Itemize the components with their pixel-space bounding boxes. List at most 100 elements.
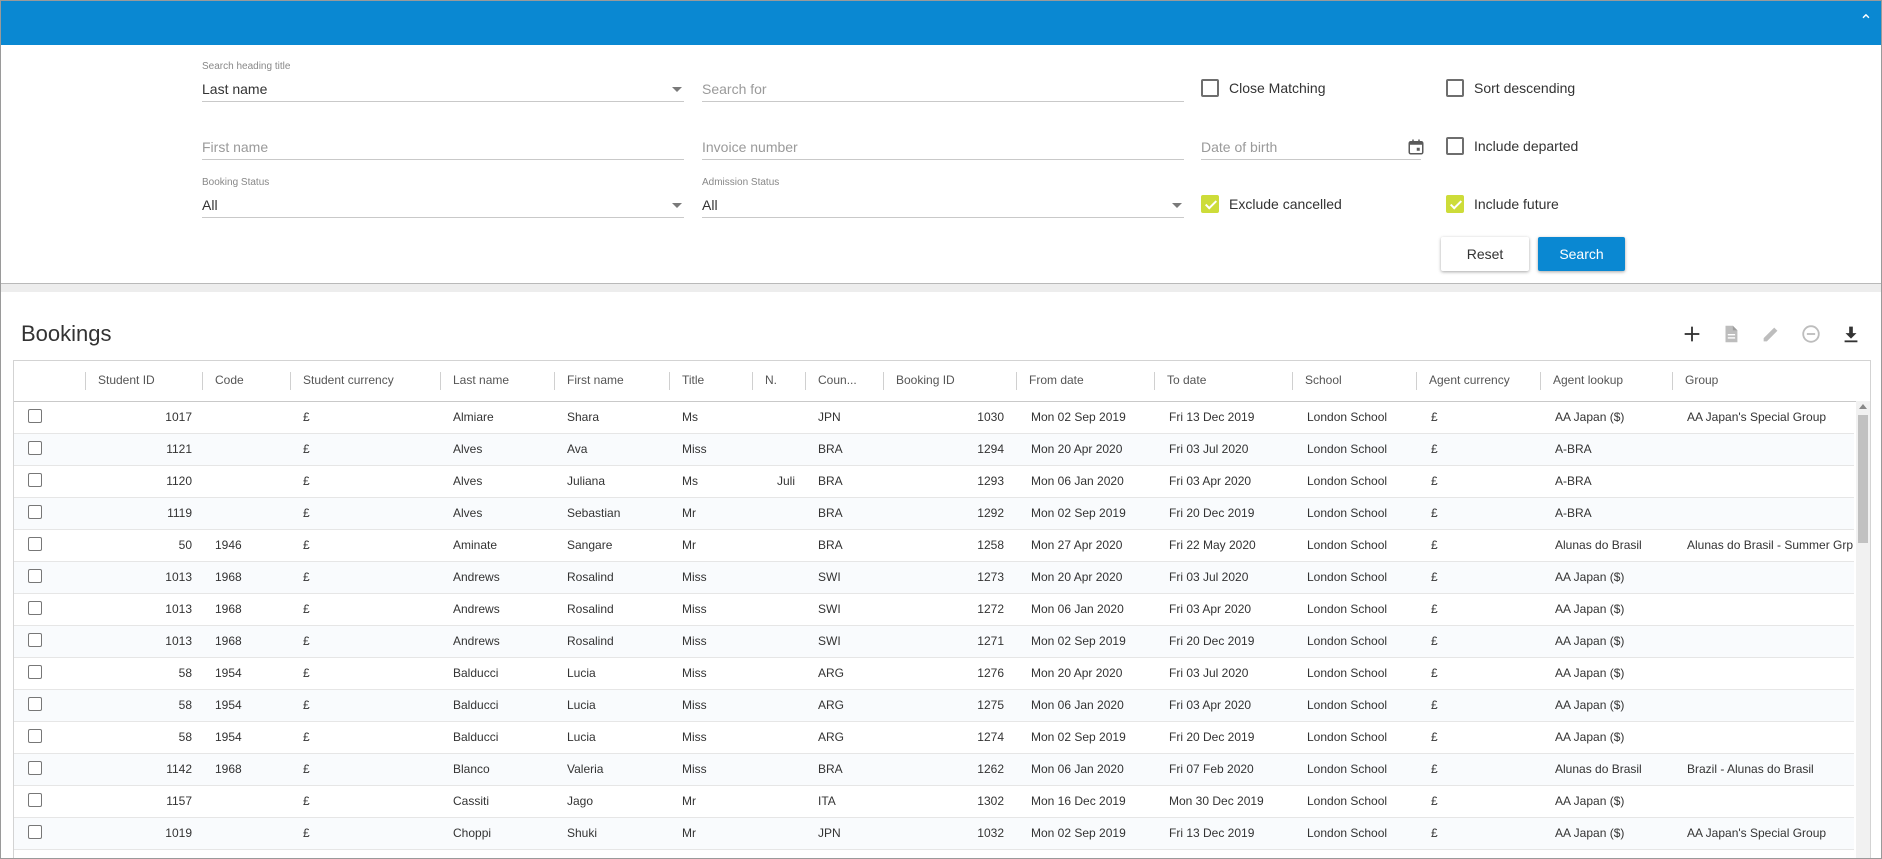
column-header-last-name[interactable]: Last name	[443, 361, 553, 401]
row-checkbox[interactable]	[28, 729, 42, 743]
date-of-birth-input[interactable]: Date of birth	[1201, 119, 1424, 160]
column-separator[interactable]	[883, 372, 884, 390]
column-separator[interactable]	[202, 372, 203, 390]
cell-booking-id: 1292	[977, 506, 1004, 520]
table-row[interactable]: 1142 1968 £ Blanco Valeria Miss BRA 1262…	[14, 754, 1854, 786]
table-row[interactable]: 58 1954 £ Balducci Lucia Miss ARG 1276 M…	[14, 658, 1854, 690]
sort-descending-box[interactable]	[1446, 79, 1464, 97]
cell-to-date: Fri 03 Jul 2020	[1169, 666, 1249, 680]
include-departed-checkbox[interactable]: Include departed	[1446, 137, 1578, 155]
document-icon[interactable]	[1720, 323, 1742, 345]
table-row[interactable]: 1019 £ Choppi Shuki Mr JPN 1032 Mon 02 S…	[14, 818, 1854, 850]
table-row[interactable]: 1119 £ Alves Sebastian Mr BRA 1292 Mon 0…	[14, 498, 1854, 530]
table-row[interactable]: 58 1954 £ Balducci Lucia Miss ARG 1274 M…	[14, 722, 1854, 754]
column-header-student-currency[interactable]: Student currency	[293, 361, 443, 401]
exclude-cancelled-box[interactable]	[1201, 195, 1219, 213]
column-header-group[interactable]: Group	[1675, 361, 1855, 401]
column-header-student-id[interactable]: Student ID	[88, 361, 178, 401]
cell-agent-lookup: AA Japan ($)	[1555, 634, 1625, 648]
reset-button[interactable]: Reset	[1441, 237, 1529, 271]
table-row[interactable]: 1121 £ Alves Ava Miss BRA 1294 Mon 20 Ap…	[14, 434, 1854, 466]
column-separator[interactable]	[752, 372, 753, 390]
chevron-down-icon[interactable]	[672, 87, 682, 92]
column-header-agent-lookup[interactable]: Agent lookup	[1543, 361, 1673, 401]
row-checkbox[interactable]	[28, 409, 42, 423]
column-header-title[interactable]: Title	[672, 361, 752, 401]
close-matching-checkbox[interactable]: Close Matching	[1201, 79, 1326, 97]
table-row[interactable]: 1120 £ Alves Juliana Ms Juli BRA 1293 Mo…	[14, 466, 1854, 498]
column-separator[interactable]	[1292, 372, 1293, 390]
row-checkbox[interactable]	[28, 793, 42, 807]
column-header-to-date[interactable]: To date	[1157, 361, 1297, 401]
column-header-from-date[interactable]: From date	[1019, 361, 1159, 401]
column-header-first-name[interactable]: First name	[557, 361, 667, 401]
date-of-birth-placeholder: Date of birth	[1201, 139, 1278, 155]
table-row[interactable]: 1013 1968 £ Andrews Rosalind Miss SWI 12…	[14, 562, 1854, 594]
include-future-box[interactable]	[1446, 195, 1464, 213]
scrollbar-thumb[interactable]	[1858, 415, 1868, 543]
admission-status-select[interactable]: Admission Status All	[702, 177, 1184, 218]
column-header-school[interactable]: School	[1295, 361, 1415, 401]
row-checkbox[interactable]	[28, 601, 42, 615]
row-checkbox[interactable]	[28, 697, 42, 711]
download-icon[interactable]	[1840, 323, 1862, 345]
row-checkbox[interactable]	[28, 441, 42, 455]
remove-icon[interactable]	[1800, 323, 1822, 345]
invoice-number-placeholder: Invoice number	[702, 139, 798, 155]
column-separator[interactable]	[1416, 372, 1417, 390]
column-header-booking-id[interactable]: Booking ID	[886, 361, 1014, 401]
table-row[interactable]: 1013 1968 £ Andrews Rosalind Miss SWI 12…	[14, 594, 1854, 626]
invoice-number-input[interactable]: Invoice number	[702, 119, 1184, 160]
table-row[interactable]: 50 1946 £ Aminate Sangare Mr BRA 1258 Mo…	[14, 530, 1854, 562]
row-checkbox[interactable]	[28, 569, 42, 583]
cell-agent-lookup: AA Japan ($)	[1555, 730, 1625, 744]
chevron-down-icon[interactable]	[672, 203, 682, 208]
column-separator[interactable]	[1016, 372, 1017, 390]
include-future-checkbox[interactable]: Include future	[1446, 195, 1559, 213]
cell-agent-currency: £	[1431, 442, 1438, 456]
table-row[interactable]: 1017 £ Almiare Shara Ms JPN 1030 Mon 02 …	[14, 402, 1854, 434]
scroll-up-arrow-icon[interactable]	[1859, 404, 1867, 409]
cell-code	[215, 434, 285, 465]
table-row[interactable]: 58 1954 £ Balducci Lucia Miss ARG 1275 M…	[14, 690, 1854, 722]
column-separator[interactable]	[440, 372, 441, 390]
cell-first-name: Rosalind	[567, 602, 614, 616]
sort-descending-checkbox[interactable]: Sort descending	[1446, 79, 1575, 97]
search-for-input[interactable]: Search for	[702, 61, 1184, 102]
exclude-cancelled-checkbox[interactable]: Exclude cancelled	[1201, 195, 1342, 213]
column-separator[interactable]	[1672, 372, 1673, 390]
column-header-n[interactable]: N.	[755, 361, 807, 401]
column-header-country[interactable]: Coun...	[808, 361, 886, 401]
chevron-down-icon[interactable]	[1172, 203, 1182, 208]
calendar-icon[interactable]	[1407, 138, 1425, 156]
first-name-input[interactable]: First name	[202, 119, 684, 160]
column-separator[interactable]	[669, 372, 670, 390]
cell-student-id: 58	[178, 698, 192, 712]
row-checkbox[interactable]	[28, 633, 42, 647]
row-checkbox[interactable]	[28, 537, 42, 551]
column-separator[interactable]	[805, 372, 806, 390]
row-checkbox[interactable]	[28, 505, 42, 519]
chevron-up-icon[interactable]: ⌃	[1857, 13, 1875, 31]
search-heading-select[interactable]: Search heading title Last name	[202, 61, 684, 102]
booking-status-select[interactable]: Booking Status All	[202, 177, 684, 218]
include-departed-box[interactable]	[1446, 137, 1464, 155]
add-icon[interactable]	[1681, 323, 1703, 345]
table-row[interactable]: 1013 1968 £ Andrews Rosalind Miss SWI 12…	[14, 626, 1854, 658]
column-separator[interactable]	[85, 372, 86, 390]
search-button[interactable]: Search	[1538, 237, 1625, 271]
column-header-code[interactable]: Code	[205, 361, 285, 401]
column-separator[interactable]	[290, 372, 291, 390]
row-checkbox[interactable]	[28, 761, 42, 775]
row-checkbox[interactable]	[28, 473, 42, 487]
vertical-scrollbar[interactable]	[1856, 401, 1870, 858]
column-separator[interactable]	[1540, 372, 1541, 390]
edit-icon[interactable]	[1760, 323, 1782, 345]
row-checkbox[interactable]	[28, 665, 42, 679]
column-header-agent-currency[interactable]: Agent currency	[1419, 361, 1539, 401]
table-row[interactable]: 1157 £ Cassiti Jago Mr ITA 1302 Mon 16 D…	[14, 786, 1854, 818]
close-matching-box[interactable]	[1201, 79, 1219, 97]
column-separator[interactable]	[1154, 372, 1155, 390]
row-checkbox[interactable]	[28, 825, 42, 839]
column-separator[interactable]	[554, 372, 555, 390]
